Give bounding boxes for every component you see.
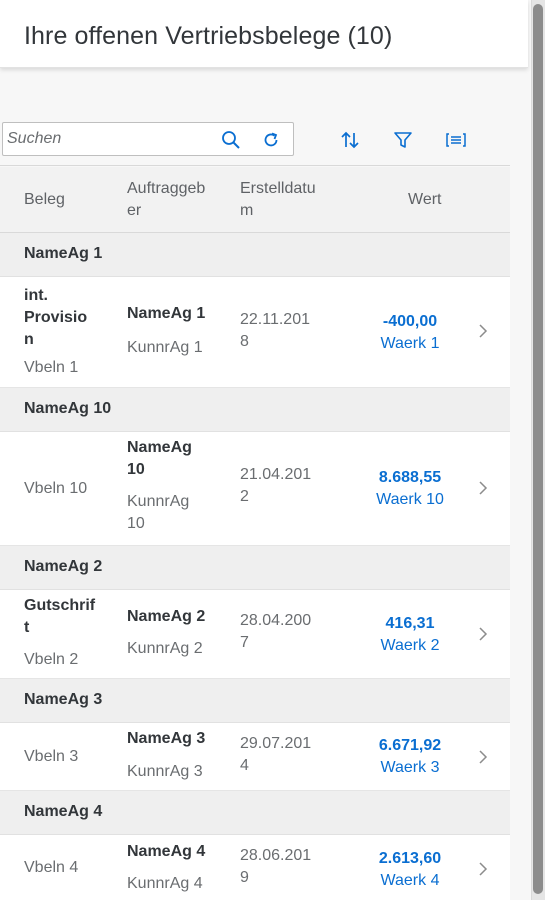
chevron-right-icon[interactable] <box>478 626 488 647</box>
created-date: 28.06.201 9 <box>240 847 312 886</box>
created-date: 29.07.201 4 <box>240 735 312 774</box>
chevron-right-icon[interactable] <box>478 480 488 501</box>
column-header-beleg[interactable]: Beleg <box>24 189 65 211</box>
scrollbar-thumb[interactable] <box>533 4 543 894</box>
amount: 2.613,60 Waerk 4 <box>355 848 465 892</box>
beleg-number: Vbeln 3 <box>24 748 79 765</box>
search-icon[interactable] <box>219 129 243 151</box>
amount-value: -400,00 <box>382 313 438 330</box>
scrollbar[interactable] <box>531 0 545 900</box>
amount: -400,00 Waerk 1 <box>355 311 465 355</box>
column-header-wert[interactable]: Wert <box>408 189 441 211</box>
group-header: NameAg 3 <box>0 679 510 723</box>
customer-name: NameAg 2 <box>127 608 206 625</box>
beleg-type: int. Provisio n <box>24 287 88 348</box>
table-row[interactable]: Vbeln 3 NameAg 3 KunnrAg 3 29.07.201 4 6… <box>0 723 510 791</box>
customer-number: KunnrAg 1 <box>127 339 203 356</box>
search-input[interactable] <box>7 127 207 151</box>
chevron-right-icon[interactable] <box>478 749 488 770</box>
currency: Waerk 10 <box>376 491 444 508</box>
page-header: Ihre offenen Vertriebsbelege (10) <box>0 0 528 68</box>
table-toolbar <box>0 110 510 166</box>
currency: Waerk 3 <box>380 759 440 776</box>
filter-icon[interactable] <box>389 126 417 154</box>
table-header: Beleg Auftraggeb er Erstelldatu m Wert <box>0 167 510 233</box>
group-header: NameAg 4 <box>0 791 510 835</box>
search-field[interactable] <box>2 122 294 156</box>
created-date: 28.04.200 7 <box>240 612 312 651</box>
amount: 8.688,55 Waerk 10 <box>355 467 465 511</box>
beleg-number: Vbeln 1 <box>24 359 79 376</box>
customer-name: NameAg 4 <box>127 843 206 860</box>
table-body: NameAg 1 int. Provisio n Vbeln 1 NameAg … <box>0 233 510 900</box>
currency: Waerk 1 <box>380 335 440 352</box>
currency: Waerk 2 <box>380 637 440 654</box>
table-row[interactable]: int. Provisio n Vbeln 1 NameAg 1 KunnrAg… <box>0 277 510 388</box>
column-header-erstelldatum[interactable]: Erstelldatu m <box>240 178 316 222</box>
refresh-icon[interactable] <box>259 129 283 151</box>
customer-name: NameAg 1 <box>127 305 206 322</box>
beleg-number: Vbeln 2 <box>24 651 79 668</box>
chevron-right-icon[interactable] <box>478 323 488 344</box>
currency: Waerk 4 <box>380 872 440 889</box>
amount-value: 2.613,60 <box>378 850 442 867</box>
table-row[interactable]: Vbeln 4 NameAg 4 KunnrAg 4 28.06.201 9 2… <box>0 835 510 900</box>
customer-name: NameAg 3 <box>127 730 206 747</box>
sort-icon[interactable] <box>336 126 364 154</box>
group-icon[interactable] <box>442 126 470 154</box>
amount: 6.671,92 Waerk 3 <box>355 735 465 779</box>
customer-number: KunnrAg 2 <box>127 640 203 657</box>
chevron-right-icon[interactable] <box>478 861 488 882</box>
table-row[interactable]: Gutschrif t Vbeln 2 NameAg 2 KunnrAg 2 2… <box>0 590 510 679</box>
amount-value: 6.671,92 <box>378 737 442 754</box>
group-header: NameAg 2 <box>0 546 510 590</box>
group-header: NameAg 1 <box>0 233 510 277</box>
created-date: 22.11.201 8 <box>240 311 310 350</box>
amount-value: 416,31 <box>385 615 435 632</box>
amount: 416,31 Waerk 2 <box>355 613 465 657</box>
beleg-number: Vbeln 4 <box>24 859 79 876</box>
group-header: NameAg 10 <box>0 388 510 432</box>
customer-number: KunnrAg 3 <box>127 763 203 780</box>
page-title: Ihre offenen Vertriebsbelege (10) <box>24 22 393 50</box>
beleg-number: Vbeln 10 <box>24 480 88 497</box>
created-date: 21.04.201 2 <box>240 466 312 505</box>
amount-value: 8.688,55 <box>378 469 442 486</box>
customer-number: KunnrAg 10 <box>127 493 190 532</box>
customer-number: KunnrAg 4 <box>127 875 203 892</box>
beleg-type: Gutschrif t <box>24 597 96 636</box>
table-row[interactable]: Vbeln 10 NameAg 10 KunnrAg 10 21.04.201 … <box>0 432 510 546</box>
customer-name: NameAg 10 <box>127 439 192 478</box>
column-header-auftraggeber[interactable]: Auftraggeb er <box>127 178 205 222</box>
